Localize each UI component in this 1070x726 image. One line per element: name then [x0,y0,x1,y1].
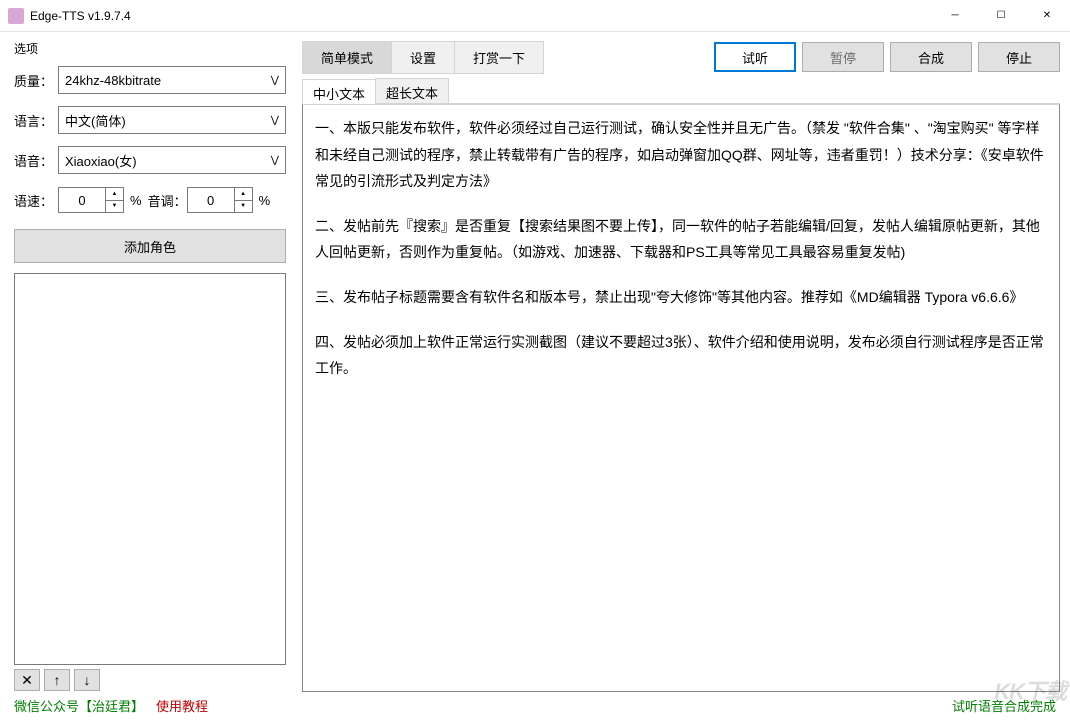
chevron-down-icon: ⋁ [271,115,279,126]
window-title: Edge-TTS v1.9.7.4 [30,9,932,23]
synthesize-button[interactable]: 合成 [890,42,972,72]
options-panel: 选项 质量： 24khz-48kbitrate ⋁ 语言： 中文(简体) ⋁ 语… [0,32,300,692]
window-controls: ─ ☐ ✕ [932,0,1070,32]
app-icon [8,8,24,24]
spin-down-icon[interactable]: ▼ [235,201,252,213]
pitch-spinner[interactable]: ▲ ▼ [235,187,253,213]
status-wechat[interactable]: 微信公众号【治廷君】 [14,696,144,715]
pause-button[interactable]: 暂停 [802,42,884,72]
language-value: 中文(简体) [65,111,126,130]
status-bar: 微信公众号【治廷君】 使用教程 试听语音合成完成 [0,692,1070,718]
role-list[interactable] [14,273,286,665]
quality-label: 质量： [14,71,58,90]
minimize-button[interactable]: ─ [932,0,978,32]
text-paragraph: 四、发帖必须加上软件正常运行实测截图（建议不要超过3张）、软件介绍和使用说明，发… [315,329,1047,382]
move-up-button[interactable]: ↑ [44,669,70,691]
arrow-up-icon: ↑ [54,672,61,688]
chevron-down-icon: ⋁ [271,75,279,86]
quality-select[interactable]: 24khz-48kbitrate ⋁ [58,66,286,94]
maximize-button[interactable]: ☐ [978,0,1024,32]
status-tutorial[interactable]: 使用教程 [156,696,208,715]
speed-spinner[interactable]: ▲ ▼ [106,187,124,213]
arrow-down-icon: ↓ [84,672,91,688]
tab-small-text[interactable]: 中小文本 [302,79,376,104]
delete-role-button[interactable]: ✕ [14,669,40,691]
tab-simple-mode[interactable]: 简单模式 [303,42,392,73]
language-select[interactable]: 中文(简体) ⋁ [58,106,286,134]
voice-label: 语音： [14,151,58,170]
pitch-label: 音调： [148,191,187,210]
spin-up-icon[interactable]: ▲ [235,188,252,201]
add-role-button[interactable]: 添加角色 [14,229,286,263]
voice-value: Xiaoxiao(女) [65,151,137,170]
tab-donate[interactable]: 打赏一下 [455,42,543,73]
text-input[interactable]: 一、本版只能发布软件，软件必须经过自己运行测试，确认安全性并且无广告。（禁发 "… [302,104,1060,692]
content-panel: 简单模式 设置 打赏一下 试听 暂停 合成 停止 中小文本 超长文本 一、本版只… [300,32,1070,692]
chevron-down-icon: ⋁ [271,155,279,166]
language-label: 语言： [14,111,58,130]
voice-select[interactable]: Xiaoxiao(女) ⋁ [58,146,286,174]
tab-long-text[interactable]: 超长文本 [375,78,449,103]
titlebar: Edge-TTS v1.9.7.4 ─ ☐ ✕ [0,0,1070,32]
mode-tabs: 简单模式 设置 打赏一下 [302,41,544,74]
text-tabs: 中小文本 超长文本 [302,78,1060,104]
stop-button[interactable]: 停止 [978,42,1060,72]
text-paragraph: 一、本版只能发布软件，软件必须经过自己运行测试，确认安全性并且无广告。（禁发 "… [315,115,1047,195]
percent-label: % [259,193,271,208]
text-paragraph: 二、发帖前先『搜索』是否重复【搜索结果图不要上传】，同一软件的帖子若能编辑/回复… [315,213,1047,266]
spin-down-icon[interactable]: ▼ [106,201,123,213]
speed-input[interactable]: 0 [58,187,106,213]
speed-label: 语速： [14,191,58,210]
move-down-button[interactable]: ↓ [74,669,100,691]
options-label: 选项 [14,40,286,57]
x-icon: ✕ [21,672,33,689]
pitch-input[interactable]: 0 [187,187,235,213]
tab-settings[interactable]: 设置 [392,42,455,73]
spin-up-icon[interactable]: ▲ [106,188,123,201]
status-message: 试听语音合成完成 [952,696,1056,715]
text-paragraph: 三、发布帖子标题需要含有软件名和版本号，禁止出现"夸大修饰"等其他内容。推荐如《… [315,284,1047,311]
preview-button[interactable]: 试听 [714,42,796,72]
percent-label: % [130,193,142,208]
close-button[interactable]: ✕ [1024,0,1070,32]
quality-value: 24khz-48kbitrate [65,73,161,88]
